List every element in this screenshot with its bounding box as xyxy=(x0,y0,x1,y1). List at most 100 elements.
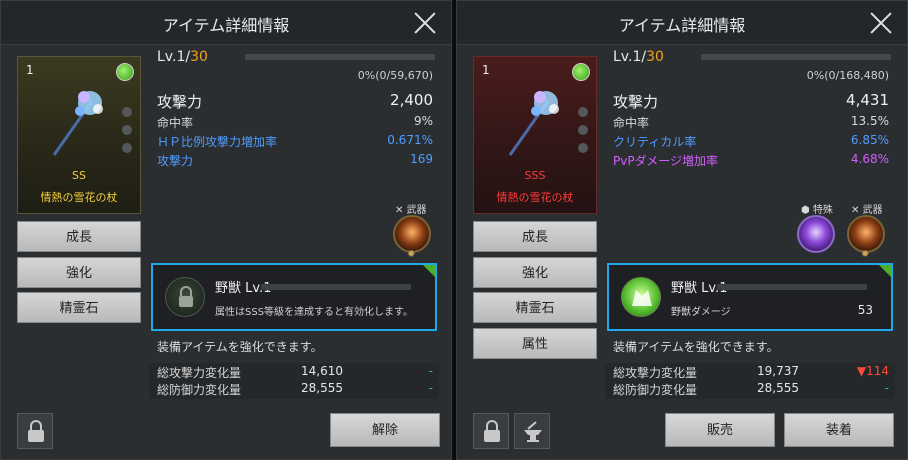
level-prefix: Lv.1/ xyxy=(613,49,647,65)
compare-row: 総攻撃力変化量 14,610 - xyxy=(149,364,439,382)
compare-row: 総防御力変化量 28,555 - xyxy=(605,381,895,399)
enhance-button[interactable]: 強化 xyxy=(17,257,141,288)
compare-value: 28,555 xyxy=(757,381,799,395)
stat-label: ＨＰ比例攻撃力増加率 xyxy=(157,135,278,149)
compare-value: 14,610 xyxy=(301,364,343,378)
stat-row: ＨＰ比例攻撃力増加率 0.671% xyxy=(157,133,433,149)
socket-slot-icon xyxy=(578,125,588,135)
wolf-icon xyxy=(632,290,652,306)
item-detail-panel-left: アイテム詳細情報 1 SS 情熱の雪花の杖 成長 強化 精霊石 Lv.1/30 … xyxy=(0,0,452,460)
enhance-button[interactable]: 強化 xyxy=(473,257,597,288)
close-icon[interactable] xyxy=(869,11,893,35)
spirit-stone-button[interactable]: 精霊石 xyxy=(17,292,141,323)
stat-value: 0.671% xyxy=(387,133,433,147)
sell-button[interactable]: 販売 xyxy=(665,413,775,447)
socket-slot-icon xyxy=(578,107,588,117)
locked-beast-icon xyxy=(165,277,205,317)
stat-label: 攻撃力 xyxy=(157,154,194,168)
compare-row: 総防御力変化量 28,555 - xyxy=(149,381,439,399)
level-max: 30 xyxy=(190,49,208,65)
attribute-button[interactable]: 属性 xyxy=(473,328,597,359)
socket-slot-icon xyxy=(122,107,132,117)
level-label: Lv.1/30 xyxy=(613,49,664,65)
item-name: 情熱の雪花の杖 xyxy=(496,191,574,204)
item-grade: SS xyxy=(72,169,86,182)
panel-title: アイテム詳細情報 xyxy=(618,16,746,35)
lock-button[interactable] xyxy=(17,413,53,449)
pet-attribute-box[interactable]: 野獣 Lv.1 野獣ダメージ 53 xyxy=(607,263,893,331)
titlebar: アイテム詳細情報 xyxy=(457,1,907,45)
staff-icon xyxy=(508,91,559,156)
special-label: ⬢ 特殊 xyxy=(801,205,833,216)
level-max: 30 xyxy=(646,49,664,65)
dismantle-button[interactable] xyxy=(514,413,550,449)
spirit-stone-button[interactable]: 精霊石 xyxy=(473,292,597,323)
close-icon[interactable] xyxy=(413,11,437,35)
stat-value: 4.68% xyxy=(850,152,889,166)
pet-description: 野獣ダメージ xyxy=(671,307,731,318)
pet-value: 53 xyxy=(857,303,873,317)
beast-icon xyxy=(621,277,661,317)
anvil-icon xyxy=(524,421,542,442)
compare-diff: - xyxy=(884,381,889,395)
lock-icon xyxy=(484,420,500,442)
stat-label: PvPダメージ増加率 xyxy=(613,154,718,168)
special-skill-icon[interactable] xyxy=(797,215,835,253)
pet-bar xyxy=(717,284,867,290)
xp-bar xyxy=(701,54,891,60)
corner-marker xyxy=(423,265,435,277)
item-count: 1 xyxy=(26,63,34,77)
unequip-button[interactable]: 解除 xyxy=(330,413,440,447)
stat-label: クリティカル率 xyxy=(613,135,697,149)
pet-description: 属性はSSS等級を達成すると有効化します。 xyxy=(215,307,414,318)
stat-row: 攻撃力 4,431 xyxy=(613,91,889,111)
pet-attribute-badge-icon xyxy=(116,63,134,81)
compare-label: 総攻撃力変化量 xyxy=(613,366,698,380)
compare-value: 28,555 xyxy=(301,381,343,395)
item-name: 情熱の雪花の杖 xyxy=(40,191,118,204)
weapon-skill-icon[interactable] xyxy=(847,215,885,253)
weapon-skill-icon[interactable] xyxy=(393,215,431,253)
stat-label: 命中率 xyxy=(157,116,194,130)
gear-icon: ✹ xyxy=(861,249,870,260)
compare-label: 総防御力変化量 xyxy=(613,383,698,397)
lock-button[interactable] xyxy=(473,413,509,449)
stat-value: 6.85% xyxy=(850,133,889,147)
stat-row: クリティカル率 6.85% xyxy=(613,133,889,149)
gear-icon: ✹ xyxy=(407,249,416,260)
enhance-note: 装備アイテムを強化できます。 xyxy=(613,340,779,354)
stat-row: PvPダメージ増加率 4.68% xyxy=(613,152,889,168)
item-grade: SSS xyxy=(524,169,546,182)
stat-row: 攻撃力 169 xyxy=(157,152,433,168)
growth-button[interactable]: 成長 xyxy=(473,221,597,252)
weapon-label: ✕ 武器 xyxy=(851,205,883,216)
stat-value: 13.5% xyxy=(850,114,889,128)
pet-attribute-badge-icon xyxy=(572,63,590,81)
compare-row: 総攻撃力変化量 19,737 ▼114 xyxy=(605,364,895,382)
weapon-label: ✕ 武器 xyxy=(395,205,427,216)
enhance-note: 装備アイテムを強化できます。 xyxy=(157,340,323,354)
titlebar: アイテム詳細情報 xyxy=(1,1,451,45)
pet-attribute-box[interactable]: 野獣 Lv.1 属性はSSS等級を達成すると有効化します。 xyxy=(151,263,437,331)
equip-button[interactable]: 装着 xyxy=(784,413,894,447)
compare-label: 総防御力変化量 xyxy=(157,383,242,397)
panel-title: アイテム詳細情報 xyxy=(162,16,290,35)
lock-icon xyxy=(28,420,44,442)
xp-text: 0%(0/168,480) xyxy=(806,69,889,82)
stat-label: 命中率 xyxy=(613,116,650,130)
stat-label: 攻撃力 xyxy=(157,93,203,111)
growth-button[interactable]: 成長 xyxy=(17,221,141,252)
compare-value: 19,737 xyxy=(757,364,799,378)
xp-bar xyxy=(245,54,435,60)
pet-bar xyxy=(261,284,411,290)
stat-row: 命中率 13.5% xyxy=(613,114,889,130)
stat-row: 命中率 9% xyxy=(157,114,433,130)
stat-value: 9% xyxy=(413,114,433,128)
socket-slot-icon xyxy=(578,143,588,153)
compare-diff: - xyxy=(428,364,433,378)
level-prefix: Lv.1/ xyxy=(157,49,191,65)
item-card: 1 SSS 情熱の雪花の杖 xyxy=(473,56,597,214)
compare-diff: - xyxy=(428,381,433,395)
item-detail-panel-right: アイテム詳細情報 1 SSS 情熱の雪花の杖 成長 強化 精霊石 属性 Lv.1… xyxy=(456,0,908,460)
corner-marker xyxy=(879,265,891,277)
